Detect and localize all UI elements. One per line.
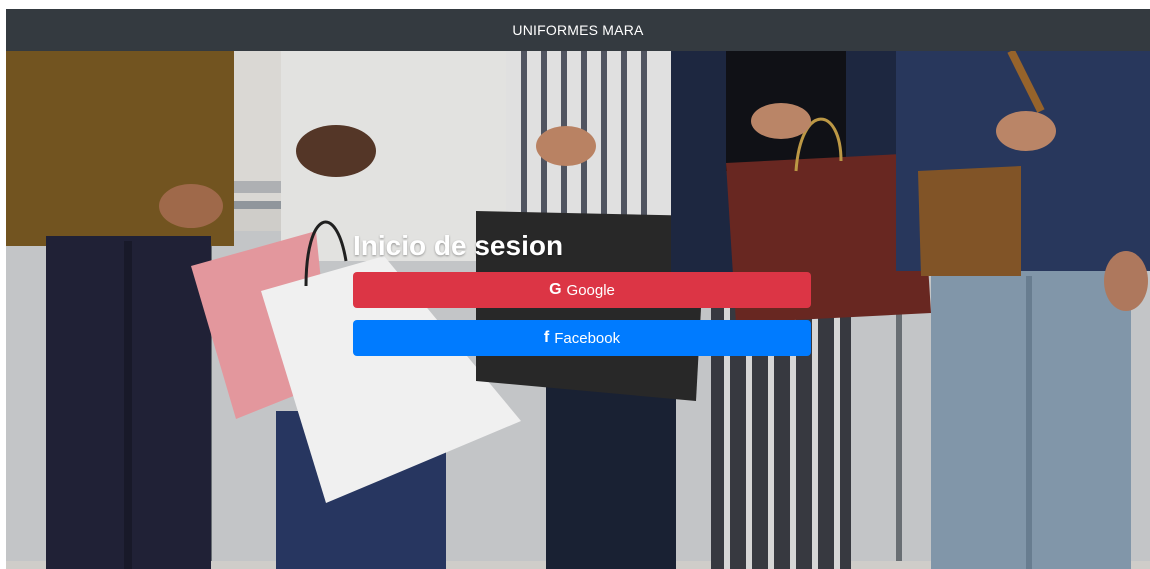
- google-button-label: Google: [566, 281, 615, 299]
- navbar: UNIFORMES MARA: [6, 9, 1150, 51]
- facebook-login-button[interactable]: f Facebook: [353, 320, 811, 356]
- google-icon: G: [549, 281, 562, 298]
- login-panel: Inicio de sesion G Google f Facebook: [353, 228, 811, 356]
- login-title: Inicio de sesion: [353, 230, 564, 261]
- hero-background-photo: Inicio de sesion G Google f Facebook: [6, 51, 1150, 569]
- brand-title[interactable]: UNIFORMES MARA: [512, 22, 643, 38]
- google-login-button[interactable]: G Google: [353, 272, 811, 308]
- page-frame: UNIFORMES MARA Inicio de sesion G Google…: [6, 9, 1150, 569]
- facebook-button-label: Facebook: [554, 329, 621, 347]
- facebook-icon: f: [543, 329, 550, 346]
